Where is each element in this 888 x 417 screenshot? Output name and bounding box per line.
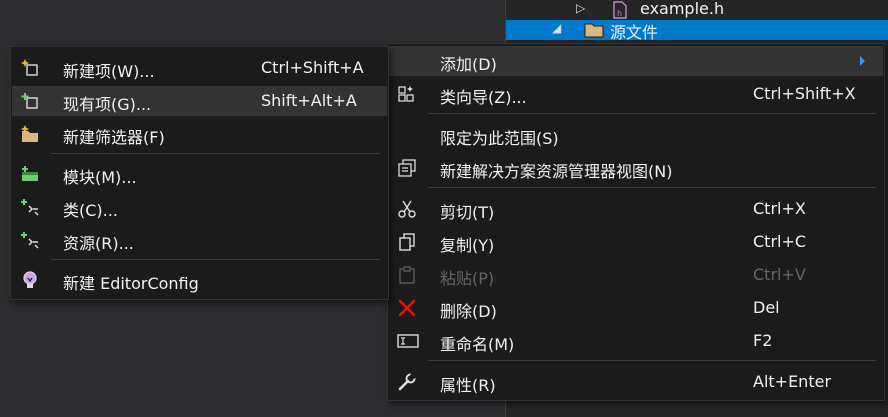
menu-item-shortcut: Shift+Alt+A bbox=[261, 91, 357, 110]
paste-icon bbox=[397, 265, 417, 285]
menu-separator bbox=[428, 360, 876, 361]
wrench-icon bbox=[397, 372, 417, 392]
class-icon bbox=[20, 197, 40, 217]
module-icon bbox=[20, 164, 40, 184]
submenu-item-existing-item[interactable]: 现有项(G)... Shift+Alt+A bbox=[12, 86, 387, 116]
submenu-item-class[interactable]: 类(C)... bbox=[12, 192, 387, 222]
submenu-item-resource[interactable]: 资源(R)... bbox=[12, 225, 387, 255]
menu-item-copy[interactable]: 复制(Y) Ctrl+C bbox=[389, 227, 883, 257]
menu-item-label: 新建筛选器(F) bbox=[63, 128, 165, 147]
lightbulb-icon bbox=[20, 270, 40, 290]
menu-item-label: 删除(D) bbox=[440, 302, 497, 321]
menu-item-shortcut: Alt+Enter bbox=[753, 372, 832, 391]
menu-item-label: 粘贴(P) bbox=[440, 269, 495, 288]
delete-x-icon bbox=[397, 298, 417, 318]
tree-row-example-h[interactable]: ▷ h example.h bbox=[506, 0, 888, 20]
menu-item-label: 新建解决方案资源管理器视图(N) bbox=[440, 162, 673, 181]
menu-item-scope-to-this[interactable]: 限定为此范围(S) bbox=[389, 120, 883, 150]
resource-icon bbox=[20, 230, 40, 250]
menu-separator bbox=[428, 187, 876, 188]
submenu-item-module[interactable]: 模块(M)... bbox=[12, 159, 387, 189]
new-filter-folder-icon bbox=[20, 124, 40, 144]
class-wizard-icon bbox=[397, 84, 417, 104]
menu-item-shortcut: Ctrl+Shift+A bbox=[261, 58, 364, 77]
menu-item-label: 类向导(Z)... bbox=[440, 88, 527, 107]
menu-item-label: 现有项(G)... bbox=[63, 95, 152, 114]
menu-item-paste[interactable]: 粘贴(P) Ctrl+V bbox=[389, 260, 883, 290]
menu-item-shortcut: F2 bbox=[753, 331, 773, 350]
menu-item-delete[interactable]: 删除(D) Del bbox=[389, 293, 883, 323]
menu-item-shortcut: Del bbox=[753, 298, 780, 317]
scissors-icon bbox=[397, 199, 417, 219]
menu-item-label: 限定为此范围(S) bbox=[440, 129, 559, 148]
copy-icon bbox=[397, 232, 417, 252]
submenu-item-new-item[interactable]: 新建项(W)... Ctrl+Shift+A bbox=[12, 53, 387, 83]
filter-folder-icon bbox=[584, 21, 604, 43]
menu-item-shortcut: Ctrl+V bbox=[753, 265, 806, 284]
context-menu: 添加(D) 类向导(Z)... Ctrl+Shift+X 限定为此范围(S) 新… bbox=[387, 43, 885, 401]
menu-item-label: 属性(R) bbox=[440, 376, 496, 395]
svg-text:h: h bbox=[617, 9, 622, 18]
submenu-arrow-icon bbox=[860, 56, 865, 66]
menu-item-label: 复制(Y) bbox=[440, 236, 495, 255]
menu-item-add[interactable]: 添加(D) bbox=[389, 46, 883, 76]
menu-item-properties[interactable]: 属性(R) Alt+Enter bbox=[389, 367, 883, 397]
menu-item-new-explorer-view[interactable]: 新建解决方案资源管理器视图(N) bbox=[389, 153, 883, 183]
menu-item-shortcut: Ctrl+X bbox=[753, 199, 806, 218]
menu-item-label: 剪切(T) bbox=[440, 203, 495, 222]
menu-item-cut[interactable]: 剪切(T) Ctrl+X bbox=[389, 194, 883, 224]
menu-item-label: 重命名(M) bbox=[440, 335, 515, 354]
rename-icon bbox=[397, 331, 419, 351]
tree-row-source-files[interactable]: ◢ 源文件 bbox=[506, 20, 888, 43]
submenu-item-new-editorconfig[interactable]: 新建 EditorConfig bbox=[12, 265, 387, 295]
menu-item-label: 类(C)... bbox=[63, 201, 118, 220]
new-explorer-view-icon bbox=[397, 158, 417, 178]
existing-item-icon bbox=[20, 91, 40, 111]
expand-arrow-icon[interactable]: ▷ bbox=[576, 1, 585, 15]
menu-item-label: 模块(M)... bbox=[63, 168, 137, 187]
submenu-item-new-filter[interactable]: 新建筛选器(F) bbox=[12, 119, 387, 149]
new-item-icon bbox=[20, 58, 40, 78]
menu-item-rename[interactable]: 重命名(M) F2 bbox=[389, 326, 883, 356]
menu-item-label: 新建项(W)... bbox=[63, 62, 155, 81]
menu-separator bbox=[428, 113, 876, 114]
menu-separator bbox=[51, 259, 380, 260]
menu-item-class-wizard[interactable]: 类向导(Z)... Ctrl+Shift+X bbox=[389, 79, 883, 109]
menu-item-label: 新建 EditorConfig bbox=[63, 274, 199, 293]
tree-row-label: 源文件 bbox=[610, 23, 659, 42]
menu-item-label: 添加(D) bbox=[440, 55, 497, 74]
add-submenu: 新建项(W)... Ctrl+Shift+A 现有项(G)... Shift+A… bbox=[10, 46, 389, 300]
menu-item-shortcut: Ctrl+C bbox=[753, 232, 807, 251]
menu-item-label: 资源(R)... bbox=[63, 234, 134, 253]
menu-separator bbox=[51, 153, 380, 154]
menu-item-shortcut: Ctrl+Shift+X bbox=[753, 84, 856, 103]
collapse-arrow-icon[interactable]: ◢ bbox=[552, 21, 561, 35]
tree-row-label: example.h bbox=[640, 0, 725, 18]
